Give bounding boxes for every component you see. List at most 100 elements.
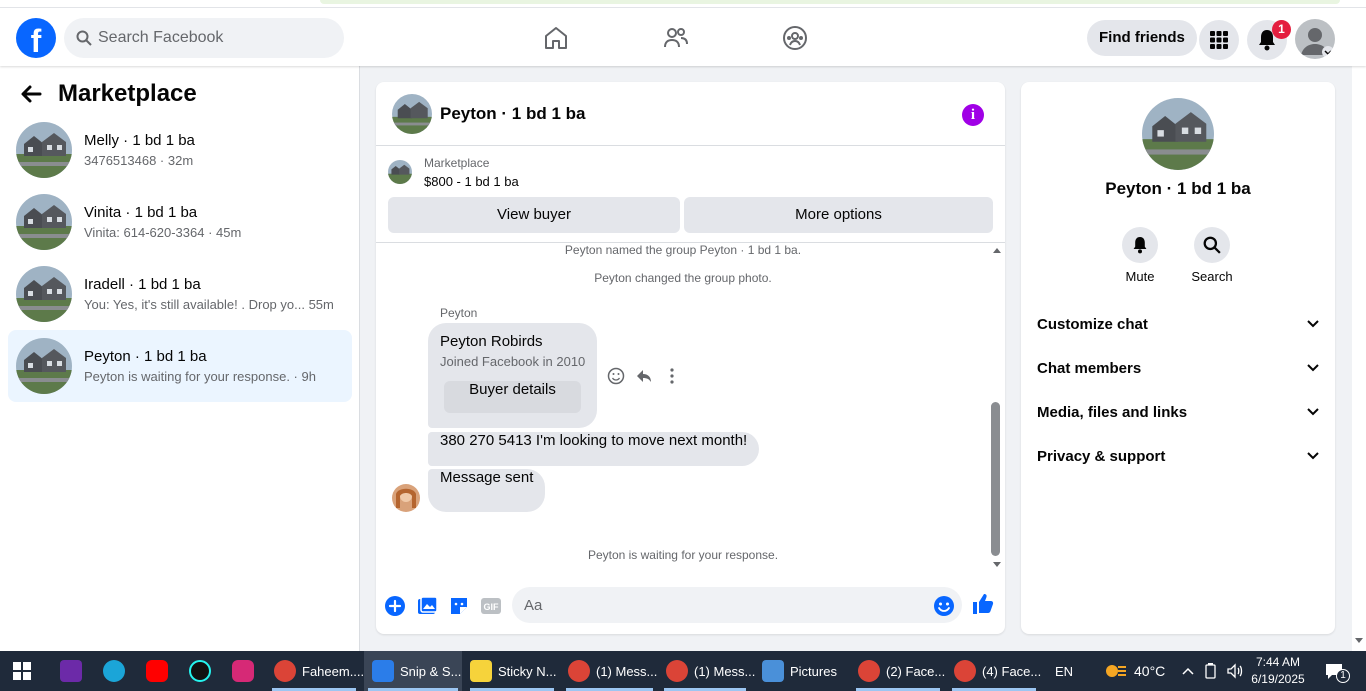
yahoo-app[interactable]	[60, 651, 86, 691]
conversation-item[interactable]: Melly · 1 bd 1 ba 3476513468 · 32m	[8, 114, 352, 186]
chrome-icon	[274, 660, 296, 682]
clock[interactable]: 7:44 AM 6/19/2025	[1248, 654, 1308, 688]
buyer-details-button[interactable]: Buyer details	[444, 381, 581, 413]
conversation-preview: 3476513468 · 32m	[84, 153, 194, 168]
svg-text:GIF: GIF	[484, 602, 500, 612]
menu-button[interactable]	[1199, 20, 1239, 60]
tiktok-app[interactable]	[189, 651, 215, 691]
taskbar-item[interactable]: Faheem....	[268, 651, 364, 691]
mute-button[interactable]: Mute	[1110, 227, 1170, 284]
search-chat-button[interactable]: Search	[1182, 227, 1242, 284]
edge-icon	[103, 660, 125, 682]
system-tray[interactable]	[1182, 651, 1244, 691]
account-avatar[interactable]	[1295, 19, 1335, 59]
privacy-support-section[interactable]: Privacy & support	[1037, 436, 1319, 476]
groups-icon	[783, 26, 807, 50]
message-input[interactable]	[524, 596, 904, 614]
tiktok-icon	[189, 660, 211, 682]
taskbar-item[interactable]: (1) Mess...	[660, 651, 755, 691]
chat-title[interactable]: Peyton · 1 bd 1 ba	[440, 104, 585, 124]
windows-taskbar: Faheem.... Snip & S... Sticky N... (1) M…	[0, 651, 1366, 691]
conversation-item[interactable]: Vinita · 1 bd 1 ba Vinita: 614-620-3364 ·…	[8, 186, 352, 258]
notif-count: 1	[1336, 669, 1350, 683]
friends-nav-button[interactable]	[658, 20, 694, 56]
taskbar-item[interactable]: (1) Mess...	[562, 651, 657, 691]
chrome-icon	[858, 660, 880, 682]
message-bubble: 380 270 5413 I'm looking to move next mo…	[428, 432, 760, 466]
chat-details-panel: Peyton · 1 bd 1 ba Mute Search Customize…	[1021, 82, 1335, 634]
conversation-item-selected[interactable]: Peyton · 1 bd 1 ba Peyton is waiting for …	[8, 330, 352, 402]
house-thumbnail	[16, 194, 72, 250]
start-button[interactable]	[12, 651, 38, 691]
chrome-icon	[568, 660, 590, 682]
thread-scrollbar[interactable]	[990, 242, 1002, 572]
taskbar-item[interactable]: Sticky N...	[466, 651, 558, 691]
section-label: Media, files and links	[1037, 403, 1188, 421]
language-indicator[interactable]: EN	[1055, 651, 1073, 691]
weather-widget[interactable]: 40°C	[1102, 651, 1165, 691]
search-box[interactable]	[64, 18, 344, 58]
scroll-thumb[interactable]	[991, 402, 1000, 556]
view-buyer-button[interactable]: View buyer	[388, 197, 680, 233]
marketplace-label: Marketplace	[424, 156, 490, 170]
back-arrow-icon[interactable]	[20, 84, 42, 104]
conversation-name: Melly · 1 bd 1 ba	[84, 132, 195, 149]
marketplace-listing[interactable]: Marketplace $800 - 1 bd 1 ba	[388, 156, 519, 189]
search-icon	[76, 30, 92, 46]
info-icon[interactable]: i	[962, 104, 984, 126]
thumbs-up-icon[interactable]	[971, 592, 995, 616]
find-friends-button[interactable]: Find friends	[1087, 20, 1197, 56]
search-input[interactable]	[98, 29, 318, 47]
instagram-app[interactable]	[232, 651, 258, 691]
conversation-preview: Vinita: 614-620-3364 · 45m	[84, 225, 242, 240]
gif-icon[interactable]: GIF	[479, 594, 503, 618]
sender-name: Peyton	[440, 306, 478, 320]
taskbar-item-active[interactable]: Snip & S...	[364, 651, 462, 691]
snip-icon	[372, 660, 394, 682]
sticky-notes-icon	[470, 660, 492, 682]
customize-chat-section[interactable]: Customize chat	[1037, 304, 1319, 344]
taskbar-item[interactable]: Pictures	[756, 651, 848, 691]
chat-thumbnail[interactable]	[392, 93, 432, 134]
more-options-button[interactable]: More options	[684, 197, 993, 233]
edge-app[interactable]	[103, 651, 129, 691]
chat-members-section[interactable]: Chat members	[1037, 348, 1319, 388]
message-input-box[interactable]	[512, 587, 962, 623]
taskbar-item[interactable]: (2) Face...	[852, 651, 945, 691]
conversation-preview: You: Yes, it's still available! . Drop y…	[84, 297, 334, 312]
home-nav-button[interactable]	[538, 20, 574, 56]
groups-nav-button[interactable]	[777, 20, 813, 56]
facebook-logo[interactable]: f	[16, 18, 56, 58]
message-thread: Peyton named the group Peyton · 1 bd 1 b…	[376, 242, 1005, 572]
search-label: Search	[1191, 269, 1233, 284]
system-message: Peyton changed the group photo.	[594, 271, 772, 285]
taskbar-label: Faheem....	[302, 663, 365, 679]
conversation-name: Iradell · 1 bd 1 ba	[84, 276, 201, 293]
page-scrollbar[interactable]	[1352, 66, 1366, 651]
react-smiley-icon[interactable]	[607, 367, 625, 385]
section-label: Customize chat	[1037, 315, 1148, 333]
more-vertical-icon[interactable]	[665, 367, 679, 385]
speaker-icon	[1227, 663, 1243, 679]
chrome-icon	[954, 660, 976, 682]
reply-icon[interactable]	[635, 367, 653, 385]
youtube-app[interactable]	[146, 651, 172, 691]
facebook-header: f Find friends 1	[0, 8, 1366, 66]
taskbar-label: (1) Mess...	[694, 663, 756, 679]
browser-top-strip	[0, 0, 1366, 8]
emoji-icon[interactable]	[932, 594, 956, 618]
photo-icon[interactable]	[415, 594, 439, 618]
sticker-icon[interactable]	[447, 594, 471, 618]
plus-circle-icon[interactable]	[383, 594, 407, 618]
buyer-name: Peyton Robirds	[440, 333, 543, 350]
conversation-item[interactable]: Iradell · 1 bd 1 ba You: Yes, it's still …	[8, 258, 352, 330]
home-icon	[545, 27, 567, 49]
taskbar-item[interactable]: (4) Face...	[948, 651, 1041, 691]
chevron-up-icon	[1182, 667, 1194, 675]
chat-panel: Peyton · 1 bd 1 ba i Marketplace $800 - 1…	[376, 82, 1005, 634]
yahoo-icon	[60, 660, 82, 682]
notification-center-button[interactable]: 1	[1324, 651, 1350, 691]
house-thumbnail	[16, 122, 72, 178]
sender-avatar[interactable]	[392, 484, 420, 512]
media-files-links-section[interactable]: Media, files and links	[1037, 392, 1319, 432]
